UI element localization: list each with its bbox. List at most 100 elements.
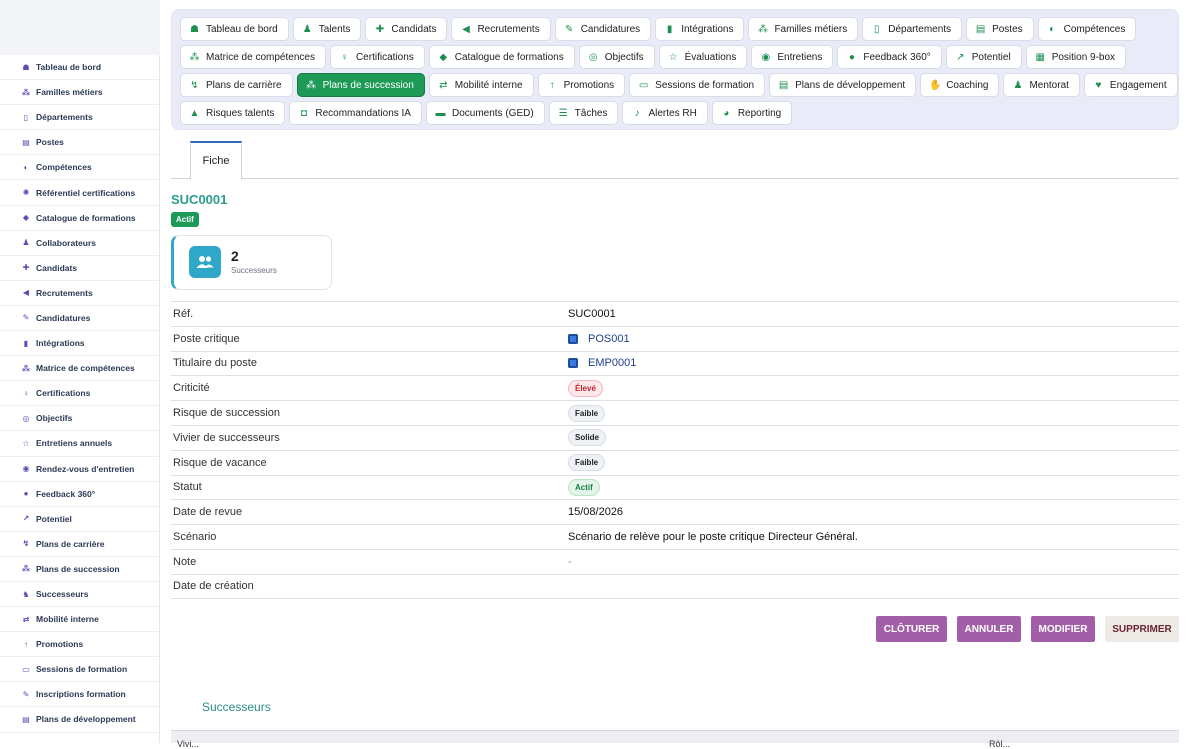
sidebar-item-label: Recrutements [36, 287, 93, 298]
module-chip-label: Tableau de bord [206, 23, 278, 35]
sidebar-item[interactable]: ◎ Objectifs [0, 406, 159, 432]
module-chip[interactable]: ● Feedback 360° [837, 45, 942, 69]
sidebar-item[interactable]: ◐ Compétences [0, 155, 159, 181]
module-chip[interactable]: ☰ Tâches [548, 101, 619, 125]
sidebar: ☗ Tableau de bord ⁂ Familles métiers ▯ Départ… [0, 0, 160, 743]
ribbon-icon: ♀ [340, 51, 349, 63]
module-chip[interactable]: ♀ Certifications [329, 45, 425, 69]
value-text: SUC0001 [568, 307, 616, 320]
module-chip-label: Promotions [563, 79, 615, 91]
record-link[interactable]: POS001 [588, 333, 630, 345]
sidebar-item[interactable]: ✎ Candidatures [0, 306, 159, 332]
sidebar-item[interactable]: ▤ Plans de développement [0, 707, 159, 733]
module-chip-label: Engagement [1109, 79, 1167, 91]
module-chip[interactable]: ◎ Objectifs [578, 45, 655, 69]
close-record-button[interactable]: CLÔTURER [876, 616, 947, 642]
sidebar-item-label: Plans de développement [36, 714, 136, 725]
sidebar-item[interactable]: ⁂ Matrice de compétences [0, 356, 159, 382]
sidebar-item[interactable]: ↯ Plans de carrière [0, 532, 159, 557]
module-chip[interactable]: ◉ Entretiens [751, 45, 834, 69]
sidebar-item-label: Familles métiers [36, 87, 103, 98]
record-link[interactable]: EMP0001 [588, 357, 636, 369]
sidebar-item[interactable]: ☗ Tableau de bord [0, 55, 159, 81]
module-chip[interactable]: ▤ Postes [966, 17, 1034, 41]
sidebar-item[interactable]: ☆ Entretiens annuels [0, 431, 159, 457]
module-chip[interactable]: ♟ Talents [292, 17, 362, 41]
module-chip[interactable]: ⁂ Familles métiers [748, 17, 859, 41]
robot-icon: ◘ [300, 107, 307, 119]
warning-icon: ▲ [189, 107, 200, 119]
person-plus-icon: ✚ [22, 263, 30, 273]
sidebar-item[interactable]: ⁂ Familles métiers [0, 80, 159, 106]
module-chip[interactable]: ◐ Compétences [1037, 17, 1137, 41]
module-chip-label: Risques talents [206, 107, 275, 119]
exchange-icon: ⇄ [439, 79, 448, 91]
sidebar-item[interactable]: ◉ Rendez-vous d'entretien [0, 457, 159, 482]
module-chip-label: Familles métiers [774, 23, 848, 35]
sidebar-item[interactable]: ▭ Sessions de formation [0, 657, 159, 683]
status-pill: Faible [568, 454, 606, 472]
module-chip[interactable]: ▯ Départements [862, 17, 963, 41]
module-chip[interactable]: ▮ Intégrations [655, 17, 745, 41]
module-nav-row: ⁂ Matrice de compétences ♀ Certifications ◆ C… [180, 45, 1130, 69]
delete-button[interactable]: SUPPRIMER [1105, 616, 1179, 642]
module-chip-label: Recommandations IA [315, 107, 411, 119]
module-chip[interactable]: ☆ Évaluations [658, 45, 748, 69]
module-chip[interactable]: ♥ Engagement [1083, 73, 1178, 97]
cancel-button[interactable]: ANNULER [957, 616, 1021, 642]
sidebar-item[interactable]: ♟ Collaborateurs [0, 231, 159, 256]
module-chip[interactable]: ◆ Catalogue de formations [428, 45, 575, 69]
person-icon: ♟ [302, 23, 312, 35]
module-chip-label: Candidatures [580, 23, 641, 35]
module-chip[interactable]: ✚ Candidats [365, 17, 448, 41]
status-pill: Solide [568, 429, 607, 447]
module-chip[interactable]: ✎ Candidatures [554, 17, 652, 41]
sidebar-item[interactable]: ♀ Certifications [0, 381, 159, 407]
module-chip-label: Matrice de compétences [206, 51, 315, 63]
module-chip[interactable]: ▲ Risques talents [180, 101, 286, 125]
id-badge-icon: ▤ [22, 137, 30, 147]
megaphone-icon: ◀ [462, 23, 470, 35]
module-nav-row: ↯ Plans de carrière ⁂ Plans de succession ⇄ M… [180, 73, 1182, 97]
sidebar-item[interactable]: ▤ Postes [0, 130, 159, 156]
detail-row: Date de création [171, 573, 1179, 599]
sidebar-item[interactable]: ✺ Référentiel certifications [0, 180, 159, 206]
module-chip[interactable]: ↑ Promotions [537, 73, 626, 97]
module-chip[interactable]: ☗ Tableau de bord [180, 17, 289, 41]
module-chip[interactable]: ◕ Reporting [711, 101, 793, 125]
module-chip[interactable]: ↯ Plans de carrière [180, 73, 293, 97]
sidebar-item[interactable]: ✚ Candidats [0, 256, 159, 281]
module-chip[interactable]: ⁂ Plans de succession [296, 73, 425, 97]
sidebar-item[interactable]: ⇄ Mobilité interne [0, 607, 159, 633]
exchange-icon: ⇄ [22, 614, 30, 624]
module-chip[interactable]: ⇄ Mobilité interne [428, 73, 534, 97]
sidebar-item[interactable]: ✎ Inscriptions formation [0, 682, 159, 708]
sidebar-item[interactable]: ▮ Intégrations [0, 331, 159, 357]
module-chip[interactable]: ↗ Potentiel [945, 45, 1022, 69]
module-chip[interactable]: ▭ Sessions de formation [629, 73, 766, 97]
sidebar-item[interactable]: ♞ Successeurs [0, 582, 159, 608]
sidebar-item[interactable]: ▯ Départements [0, 105, 159, 131]
detail-row: Réf. SUC0001 [171, 301, 1179, 326]
module-chip[interactable]: ◀ Recrutements [451, 17, 551, 41]
module-chip[interactable]: ▦ Position 9-box [1025, 45, 1127, 69]
sidebar-item[interactable]: ● Feedback 360° [0, 482, 159, 507]
sidebar-item[interactable]: ◀ Recrutements [0, 281, 159, 306]
module-chip[interactable]: ◘ Recommandations IA [289, 101, 422, 125]
module-chip[interactable]: ▤ Plans de développement [769, 73, 917, 97]
module-chip[interactable]: ♟ Mentorat [1003, 73, 1080, 97]
tab-fiche[interactable]: Fiche [190, 141, 242, 179]
tasks-icon: ☰ [558, 107, 568, 119]
module-chip[interactable]: ✋ Coaching [920, 73, 1000, 97]
module-chip-label: Sessions de formation [655, 79, 755, 91]
module-chip[interactable]: ♪ Alertes RH [622, 101, 708, 125]
sidebar-item-label: Intégrations [36, 338, 85, 349]
module-chip[interactable]: ⁂ Matrice de compétences [180, 45, 326, 69]
sidebar-item[interactable]: ◆ Catalogue de formations [0, 206, 159, 231]
module-chip[interactable]: ▬ Documents (GED) [425, 101, 545, 125]
sitemap-icon: ⁂ [21, 363, 31, 373]
sidebar-item[interactable]: ⁂ Plans de succession [0, 557, 159, 582]
sidebar-item[interactable]: ↗ Potentiel [0, 507, 159, 532]
edit-button[interactable]: MODIFIER [1031, 616, 1095, 642]
sidebar-item[interactable]: ↑ Promotions [0, 632, 159, 658]
